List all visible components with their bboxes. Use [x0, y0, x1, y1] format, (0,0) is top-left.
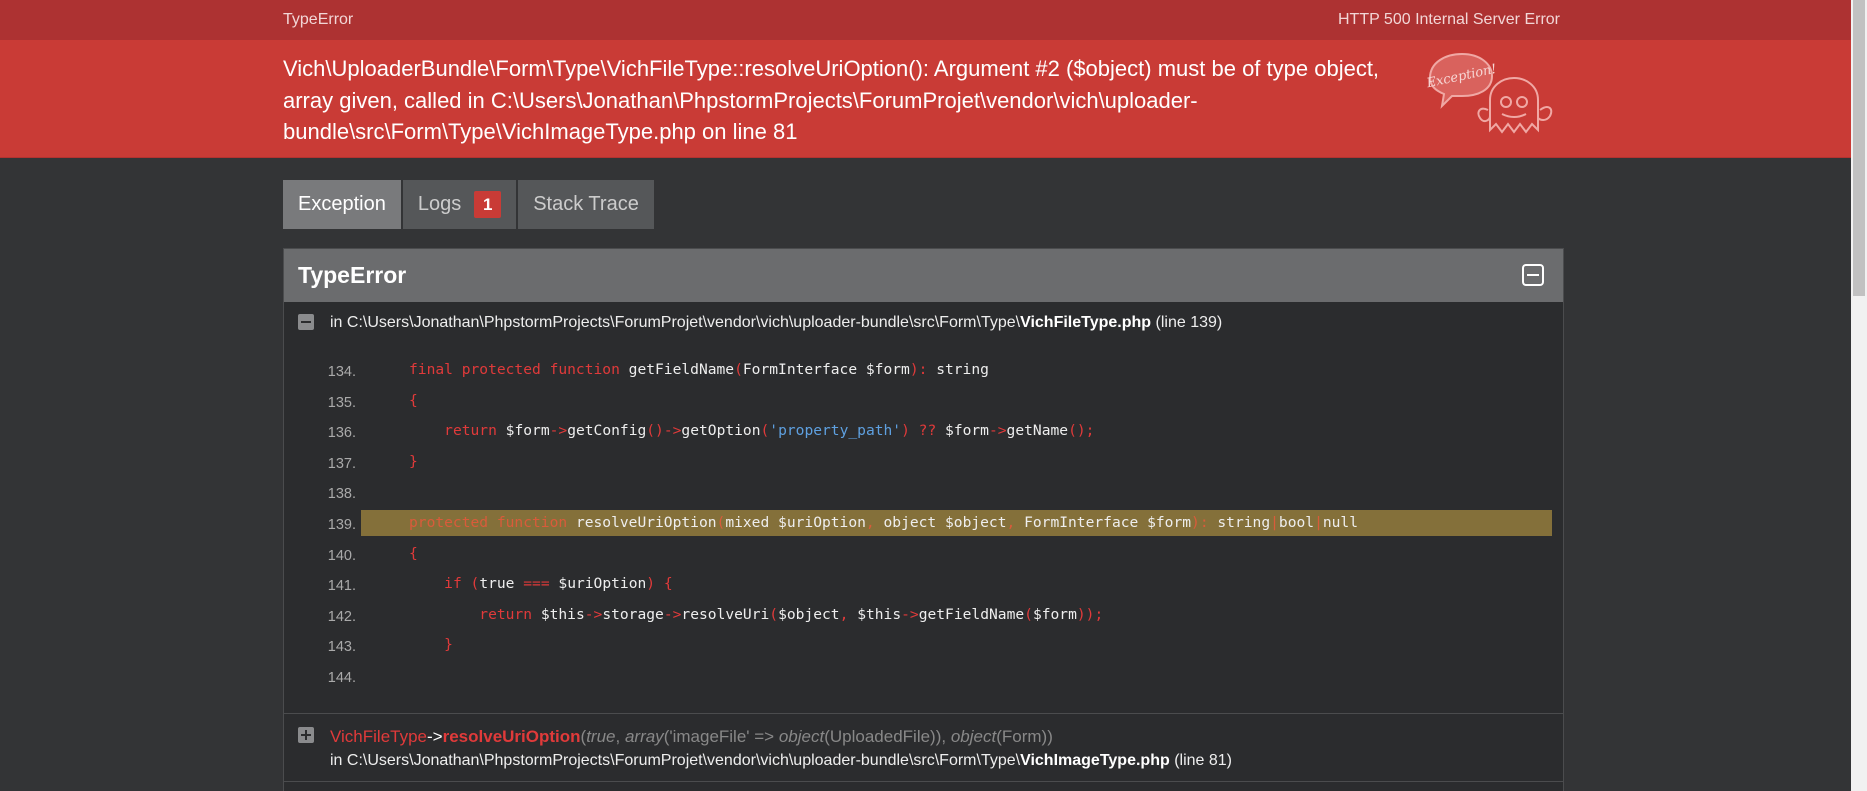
source-file-path: in C:\Users\Jonathan\PhpstormProjects\Fo… [330, 314, 1223, 331]
code-line: 136. return $form->getConfig()->getOptio… [284, 418, 1563, 449]
tab-bar: Exception Logs 1 Stack Trace [283, 180, 654, 229]
line-number: 137. [327, 455, 356, 472]
exception-panel: TypeError in C:\Users\Jonathan\PhpstormP… [283, 248, 1564, 791]
trace-arguments: (true, array('imageFile' => object(Uploa… [580, 727, 1053, 746]
tab-logs[interactable]: Logs 1 [402, 180, 517, 229]
collapse-source-icon[interactable] [298, 314, 314, 330]
code-line: 144. [284, 663, 1563, 694]
trace-file-name: VichImageType.php [1020, 752, 1170, 769]
exception-message: Vich\UploaderBundle\Form\Type\VichFileTy… [283, 56, 1380, 144]
logs-count-badge: 1 [474, 191, 502, 218]
top-bar: TypeError HTTP 500 Internal Server Error [0, 0, 1851, 40]
scrollbar-thumb[interactable] [1853, 0, 1865, 296]
tab-stack-trace[interactable]: Stack Trace [518, 180, 654, 229]
line-number: 135. [327, 394, 356, 411]
code-line: 138. [284, 479, 1563, 510]
code-line: 142. return $this->storage->resolveUri($… [284, 602, 1563, 633]
http-status-label: HTTP 500 Internal Server Error [1338, 11, 1561, 28]
line-number: 140. [327, 547, 356, 564]
panel-title: TypeError [298, 262, 407, 288]
line-number: 136. [327, 425, 356, 442]
trace-call[interactable]: VichFileType->resolveUriOption(true, arr… [330, 727, 1053, 747]
collapse-icon[interactable] [1522, 264, 1544, 286]
code-line: 135. { [284, 388, 1563, 419]
source-file-name: VichFileType.php [1020, 314, 1152, 331]
code-line: 141. if (true === $uriOption) { [284, 571, 1563, 602]
panel-header: TypeError [284, 249, 1563, 302]
code-line-highlighted: 139. protected function resolveUriOption… [284, 509, 1563, 541]
line-number: 138. [327, 486, 356, 503]
code-line: 140. { [284, 541, 1563, 572]
line-number: 142. [327, 608, 356, 625]
line-number: 141. [327, 578, 356, 595]
exception-ghost-icon: Exception! [1424, 52, 1553, 134]
line-number: 144. [327, 669, 356, 686]
trace-divider [284, 781, 1563, 782]
trace-divider [284, 713, 1563, 714]
error-type-label: TypeError [283, 11, 354, 28]
tab-stack-trace-label: Stack Trace [533, 193, 639, 215]
line-number: 143. [327, 639, 356, 656]
line-number: 139. [327, 516, 356, 533]
trace-file-path: in C:\Users\Jonathan\PhpstormProjects\Fo… [330, 752, 1232, 769]
source-code-excerpt: 134. final protected function getFieldNa… [284, 357, 1563, 694]
tab-logs-label: Logs [417, 193, 462, 215]
trace-function: resolveUriOption [442, 727, 581, 746]
tab-exception[interactable]: Exception [283, 180, 401, 229]
tab-exception-label: Exception [298, 193, 386, 215]
code-line: 143. } [284, 632, 1563, 663]
line-number: 134. [327, 364, 356, 380]
expand-trace-icon[interactable] [298, 727, 314, 743]
code-line: 137. } [284, 449, 1563, 480]
code-line: 134. final protected function getFieldNa… [284, 357, 1563, 388]
trace-class: VichFileType [330, 727, 428, 746]
exception-header: Vich\UploaderBundle\Form\Type\VichFileTy… [0, 40, 1851, 158]
